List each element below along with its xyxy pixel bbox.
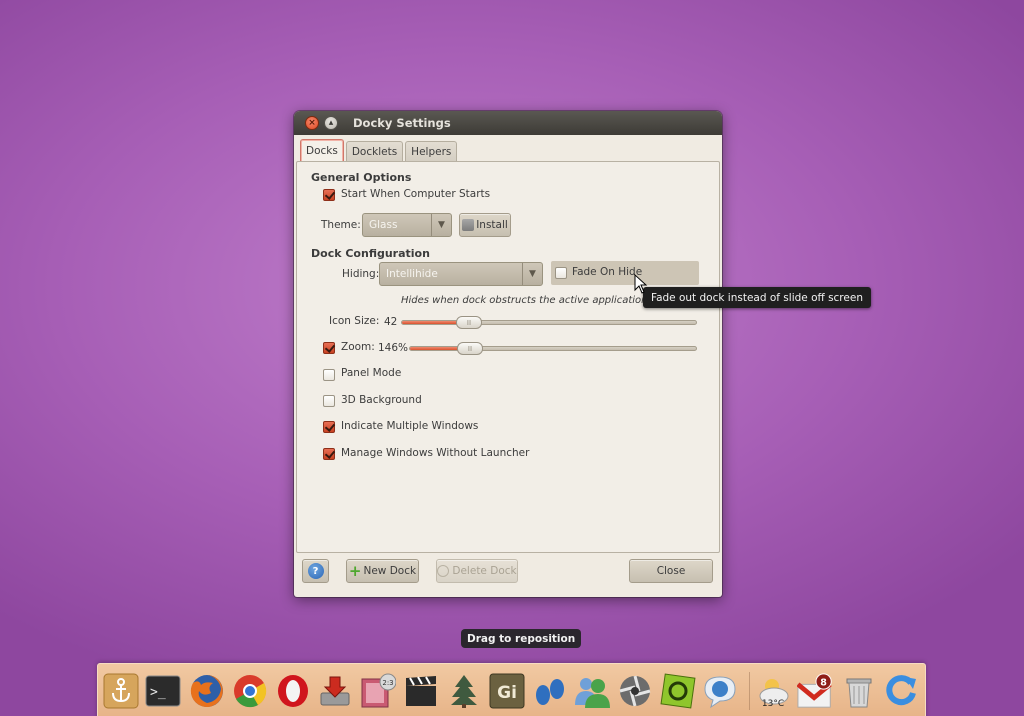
manage-windows-checkbox[interactable] <box>323 448 335 460</box>
contacts-icon[interactable] <box>573 672 611 710</box>
theme-combo[interactable]: Glass ▼ <box>362 213 452 237</box>
icon-size-value: 42 <box>384 316 398 328</box>
chevron-down-icon: ▼ <box>522 263 542 285</box>
delete-dock-label: Delete Dock <box>452 565 517 577</box>
chrome-icon[interactable] <box>231 672 269 710</box>
close-button[interactable]: Close <box>629 559 713 583</box>
gimp-icon[interactable]: Gi <box>488 672 526 710</box>
hiding-combo[interactable]: Intellihide ▼ <box>379 262 543 286</box>
dock-separator <box>749 672 750 710</box>
help-button[interactable]: ? <box>302 559 329 583</box>
hiding-combo-value: Intellihide <box>386 268 438 280</box>
panel-mode-label: Panel Mode <box>341 367 402 379</box>
install-button-label: Install <box>476 219 508 231</box>
fade-on-hide-row[interactable]: Fade On Hide <box>551 261 699 285</box>
tree-icon[interactable] <box>445 672 483 710</box>
delete-dock-button[interactable]: Delete Dock <box>436 559 518 583</box>
zoom-slider-handle[interactable]: II <box>457 342 483 355</box>
gmail-badge: 8 <box>820 677 827 688</box>
new-dock-label: New Dock <box>363 565 417 577</box>
new-dock-button[interactable]: + New Dock <box>346 559 419 583</box>
tab-docklets[interactable]: Docklets <box>345 141 404 162</box>
icon-size-label: Icon Size: <box>329 315 380 327</box>
theme-label: Theme: <box>321 219 361 231</box>
zoom-value: 146% <box>378 342 409 354</box>
title-bar[interactable]: × ▴ Docky Settings <box>294 111 722 135</box>
plus-icon: + <box>348 562 362 580</box>
refresh-icon[interactable] <box>882 672 920 710</box>
fade-on-hide-label: Fade On Hide <box>572 266 643 278</box>
hiding-description: Hides when dock obstructs the active app… <box>401 295 651 306</box>
fade-on-hide-tooltip: Fade out dock instead of slide off scree… <box>643 287 871 308</box>
weather-icon[interactable]: 13°C <box>754 672 792 710</box>
mouse-cursor-icon <box>634 274 648 294</box>
icon-size-slider[interactable]: II <box>401 316 697 329</box>
zoom-checkbox[interactable] <box>323 342 335 354</box>
zoom-label: Zoom: <box>341 341 375 353</box>
hiding-label: Hiding: <box>342 268 380 280</box>
chevron-down-icon: ▼ <box>431 214 451 236</box>
icon-size-slider-handle[interactable]: II <box>456 316 482 329</box>
start-on-login-label: Start When Computer Starts <box>341 188 491 200</box>
3d-background-checkbox[interactable] <box>323 395 335 407</box>
gmail-icon[interactable]: 8 <box>797 672 835 710</box>
close-window-icon[interactable]: × <box>305 116 319 130</box>
close-button-label: Close <box>656 565 686 577</box>
download-manager-icon[interactable] <box>316 672 354 710</box>
window-title: Docky Settings <box>353 116 451 130</box>
zoom-slider[interactable]: II <box>409 342 697 355</box>
indicate-multiple-windows-label: Indicate Multiple Windows <box>341 420 479 432</box>
footprints-icon[interactable] <box>531 672 569 710</box>
calendar-badge: 2:3 <box>382 679 393 687</box>
manage-windows-label: Manage Windows Without Launcher <box>341 447 530 459</box>
video-editor-icon[interactable] <box>402 672 440 710</box>
opera-icon[interactable] <box>274 672 312 710</box>
tab-docks[interactable]: Docks <box>300 139 344 162</box>
delete-icon <box>437 565 450 577</box>
theme-combo-value: Glass <box>369 219 398 231</box>
aperture-icon[interactable] <box>616 672 654 710</box>
terminal-prompt: >_ <box>150 685 166 700</box>
dock-configuration-heading: Dock Configuration <box>311 247 430 260</box>
docky-anchor-icon[interactable] <box>102 672 140 710</box>
fade-on-hide-checkbox[interactable] <box>555 267 567 279</box>
ubuntu-software-icon[interactable] <box>659 672 697 710</box>
maximize-window-icon[interactable]: ▴ <box>324 116 338 130</box>
empathy-chat-icon[interactable] <box>701 672 739 710</box>
panel-mode-checkbox[interactable] <box>323 369 335 381</box>
terminal-icon[interactable]: >_ <box>144 672 182 710</box>
help-icon: ? <box>307 563 324 579</box>
3d-background-label: 3D Background <box>341 394 422 406</box>
trash-icon[interactable] <box>840 672 878 710</box>
docks-page: General Options Start When Computer Star… <box>296 161 720 553</box>
firefox-icon[interactable] <box>188 672 226 710</box>
docky-settings-dialog: × ▴ Docky Settings Docks Docklets Helper… <box>294 111 722 597</box>
weather-temperature: 13°C <box>762 699 784 709</box>
install-theme-button[interactable]: Install <box>459 213 511 237</box>
tab-helpers[interactable]: Helpers <box>405 141 458 162</box>
tab-bar: Docks Docklets Helpers <box>300 139 459 162</box>
indicate-multiple-windows-checkbox[interactable] <box>323 421 335 433</box>
drag-to-reposition-tooltip: Drag to reposition <box>461 629 582 648</box>
gimp-label: Gi <box>497 683 517 703</box>
general-options-heading: General Options <box>311 171 412 184</box>
package-icon <box>462 219 475 231</box>
calendar-photo-icon[interactable]: 2:3 <box>359 672 397 710</box>
start-on-login-checkbox[interactable] <box>323 189 335 201</box>
